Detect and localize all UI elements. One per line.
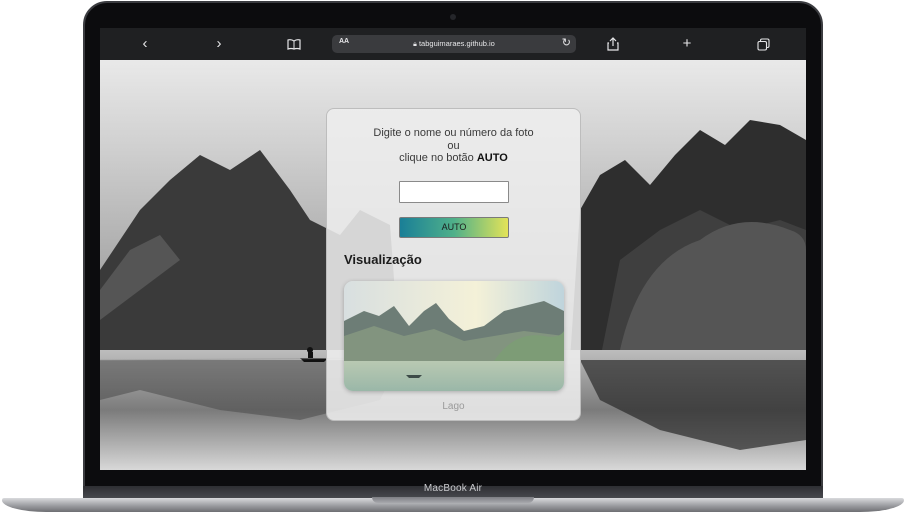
url-label: tabguimaraes.github.io [418,39,495,48]
search-card: Digite o nome ou número da foto ou cliqu… [326,108,581,421]
share-icon[interactable] [602,34,624,54]
chevron-right-icon[interactable]: › [208,34,230,54]
preview-caption: Lago [442,401,465,412]
instruction-text: Digite o nome ou número da foto ou cliqu… [327,127,580,165]
instruction-line-2: ou [447,139,460,152]
lock-icon: 🔒︎ [413,41,417,48]
camera-icon [450,14,456,20]
address-bar[interactable]: AA 🔒︎ tabguimaraes.github.io ↻ [332,35,576,53]
tabs-icon[interactable] [752,34,774,54]
plus-icon[interactable]: + [676,34,698,54]
instruction-auto-keyword: AUTO [476,152,508,164]
chevron-left-icon[interactable]: ‹ [134,34,156,54]
auto-button[interactable]: AUTO [399,217,509,238]
browser-toolbar: ‹ › AA 🔒︎ tabguimaraes.github.io ↻ + [100,28,806,60]
reload-icon[interactable]: ↻ [562,36,571,49]
url-text: 🔒︎ tabguimaraes.github.io [332,39,576,49]
instruction-line-3: clique no botão AUTO [327,152,580,165]
instruction-line-3-text: clique no botão [399,152,477,164]
preview-heading: Visualização [344,252,422,267]
book-icon[interactable] [283,34,305,54]
laptop-notch [372,497,534,503]
instruction-line-1: Digite o nome ou número da foto [373,127,534,139]
preview-image [344,281,564,391]
web-viewport: Digite o nome ou número da foto ou cliqu… [100,60,806,470]
photo-name-input[interactable] [399,181,509,203]
device-label: MacBook Air [423,483,483,494]
